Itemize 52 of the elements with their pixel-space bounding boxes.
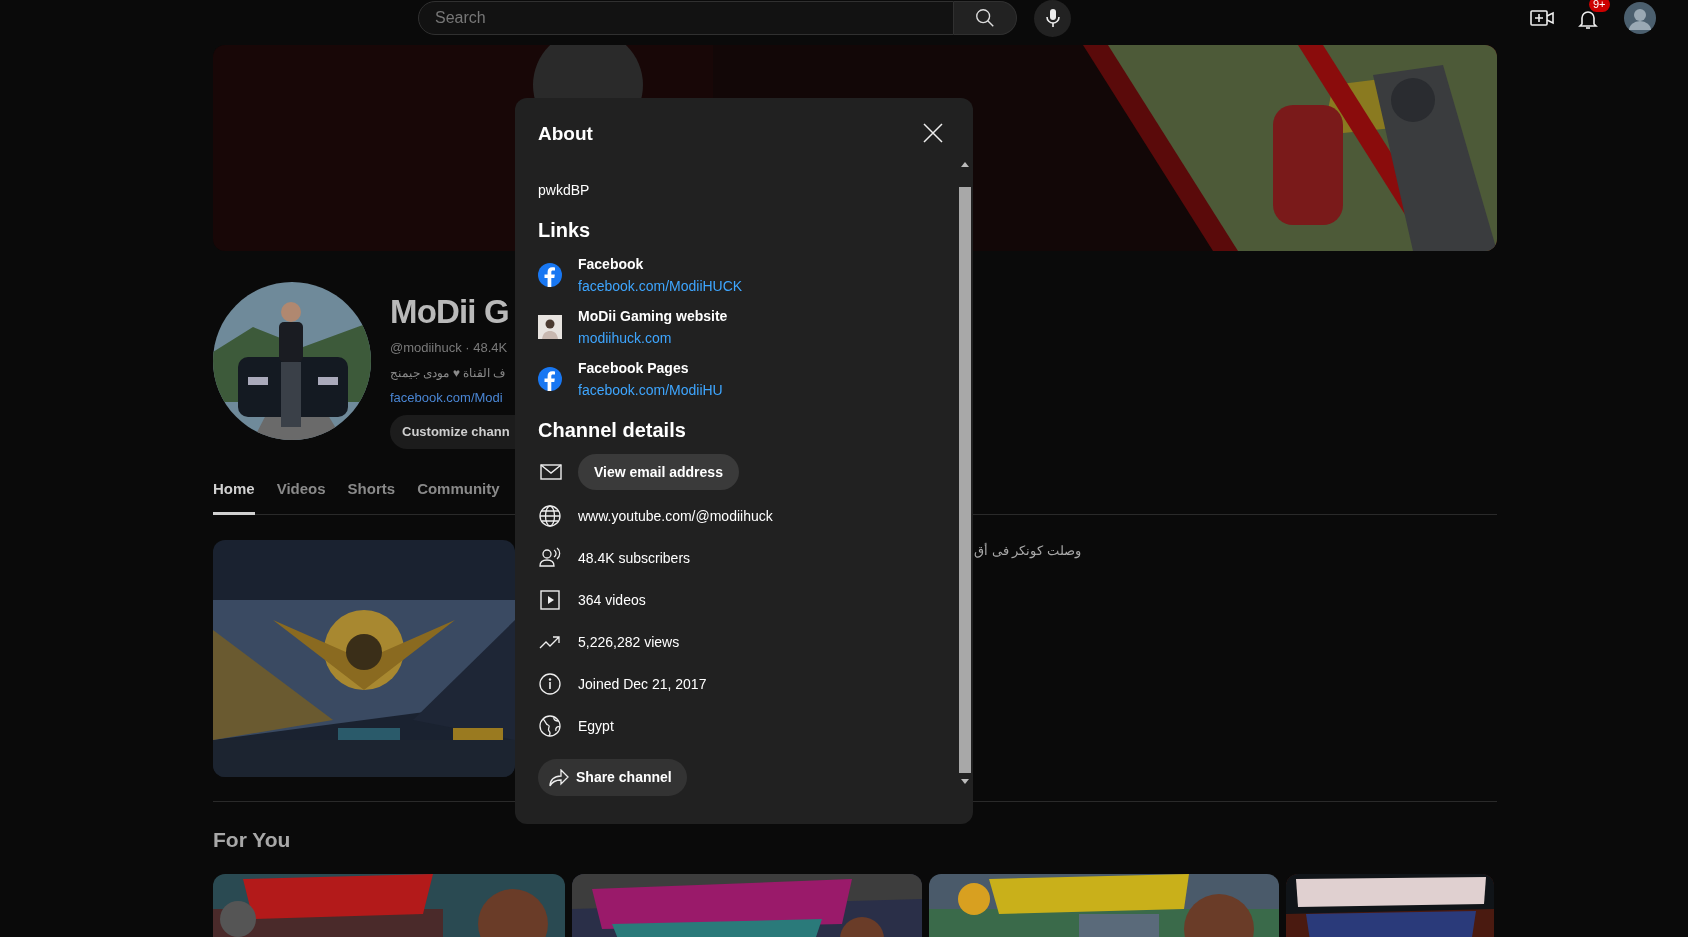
microphone-button[interactable] [1034,0,1071,37]
video-title[interactable]: وصلت كونكر فى أق [974,541,1081,561]
search-icon [974,7,996,29]
detail-text: Joined Dec 21, 2017 [578,674,707,694]
search-field[interactable]: Search [418,1,954,35]
detail-text: 48.4K subscribers [578,548,691,568]
channel-handle: @modiihuck · 48.4K [390,339,508,357]
detail-text: www.youtube.com/@modiihuck [578,506,773,526]
facebook-icon [538,367,562,391]
section-heading: Channel details [538,418,687,443]
channel-tab[interactable]: Home [213,467,255,515]
notification-count: 9+ [1589,0,1610,12]
account-avatar[interactable] [1624,2,1656,34]
link-url[interactable]: facebook.com/ModiiHUCK [578,275,743,297]
view-email-button[interactable]: View email address [578,454,739,490]
scrollbar-thumb[interactable] [959,187,971,773]
channel-tab[interactable]: Community [417,467,500,515]
globe-icon [539,715,561,737]
globe-icon [539,505,561,527]
link-url[interactable]: modiihuck.com [578,327,728,349]
customize-channel-button[interactable]: Customize chann [390,415,515,449]
detail-text: Egypt [578,716,614,736]
channel-tab[interactable]: Shorts [347,467,396,515]
create-video-icon[interactable] [1530,8,1554,28]
link-url[interactable]: facebook.com/ModiiHU [578,379,723,401]
microphone-icon [1043,8,1062,28]
channel-description: ف القناة ♥ مودى جيمنج [390,364,506,382]
scroll-up-arrow-icon[interactable] [961,162,969,167]
people-icon [539,547,561,569]
email-icon [540,464,562,480]
share-icon [549,768,569,787]
close-icon[interactable] [923,123,943,143]
section-heading: For You [213,827,292,853]
trending-icon [539,635,561,649]
section-heading: Links [538,218,592,243]
link-title: MoDii Gaming website [578,307,728,326]
link-title: Facebook [578,255,645,274]
scroll-down-arrow-icon[interactable] [961,779,969,784]
facebook-icon [538,263,562,287]
info-icon [539,673,561,695]
dialog-title: About [538,122,593,146]
search-button[interactable] [954,1,1017,35]
channel-tab[interactable]: Videos [276,467,326,515]
channel-description: pwkdBP [538,181,591,200]
link-title: Facebook Pages [578,359,690,378]
channel-link[interactable]: facebook.com/Modi [390,387,503,407]
play-icon [540,590,560,610]
share-channel-button[interactable]: Share channel [538,759,687,796]
detail-text: 5,226,282 views [578,632,680,652]
detail-text: 364 videos [578,590,646,610]
person-icon [538,315,562,339]
channel-name: MoDii G [390,292,509,332]
